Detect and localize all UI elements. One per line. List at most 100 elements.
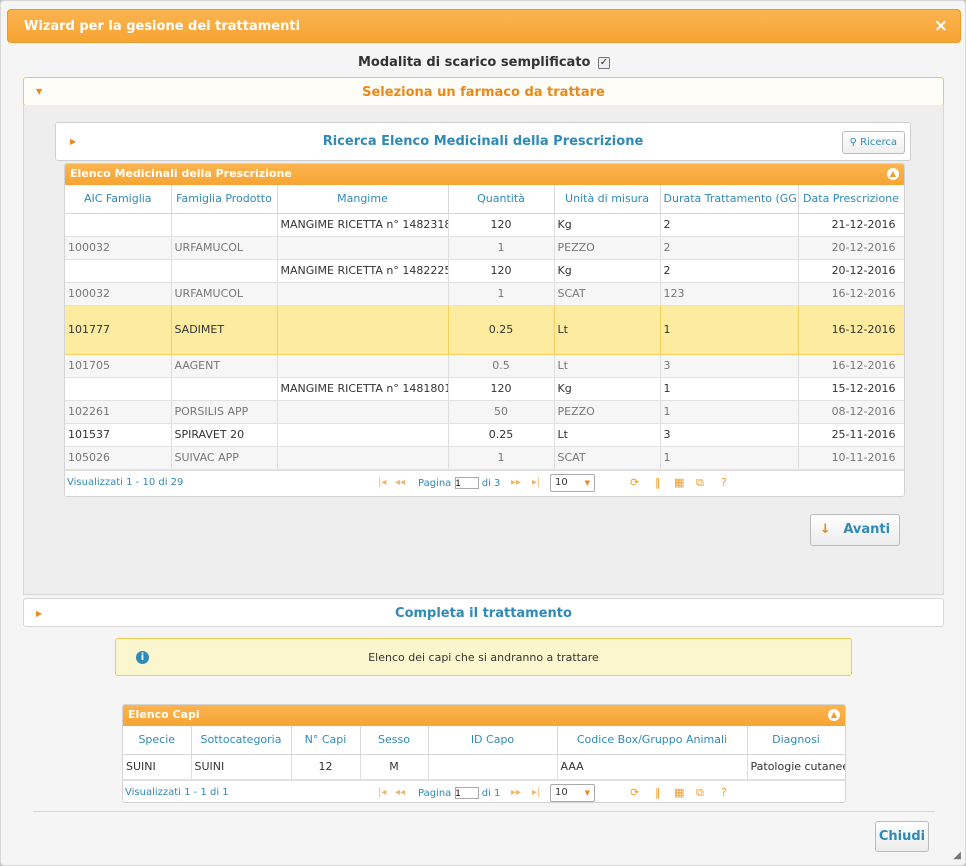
table-row[interactable]: 100032 URFAMUCOL 1 PEZZO 2 20-12-2016 <box>65 236 904 260</box>
col-sesso[interactable]: Sesso <box>360 726 429 755</box>
pager-of-label: di 1 <box>481 787 501 799</box>
col-mangime[interactable]: Mangime <box>277 185 449 214</box>
cell: 16-12-2016 <box>798 305 904 355</box>
table-row[interactable]: MANGIME RICETTA n° 14822251027 120 Kg 2 … <box>65 259 904 283</box>
cell: 10-11-2016 <box>798 446 904 470</box>
pager-of-label: di 3 <box>481 477 501 489</box>
table-row[interactable]: MANGIME RICETTA n° 14818014322 120 Kg 1 … <box>65 377 904 401</box>
dialog-titlebar[interactable]: Wizard per la gesione dei trattamenti × <box>7 9 961 43</box>
cell: 102261 <box>65 400 172 424</box>
col-data-prescrizione[interactable]: Data Prescrizione <box>798 185 904 214</box>
mode-checkbox[interactable]: ✓ <box>598 56 610 69</box>
col-diagnosi[interactable]: Diagnosi <box>747 726 845 755</box>
window-icon[interactable]: ⧉ <box>696 786 704 800</box>
col-codice-box[interactable]: Codice Box/Gruppo Animali <box>557 726 748 755</box>
medicinali-grid: Elenco Medicinali della Prescrizione ▲ A… <box>64 163 905 497</box>
prev-page-icon[interactable]: ◂◂ <box>395 787 405 798</box>
col-unita-misura[interactable]: Unità di misura <box>554 185 661 214</box>
pager-page-label: Pagina <box>418 477 452 489</box>
cell: MANGIME RICETTA n° 14822251027 <box>277 259 449 283</box>
cell <box>277 423 449 447</box>
page-number-input[interactable] <box>454 476 479 489</box>
refresh-icon[interactable]: ⟳ <box>630 786 639 799</box>
avanti-button[interactable]: ↓ Avanti <box>810 514 900 546</box>
table-row[interactable]: SUINI SUINI 12 M AAA Patologie cutanee <box>123 754 845 780</box>
col-quantita[interactable]: Quantità <box>448 185 555 214</box>
columns-icon[interactable]: ‖ <box>655 476 661 489</box>
cell: 1 <box>448 446 555 470</box>
prev-page-icon[interactable]: ◂◂ <box>395 477 405 488</box>
accordion-step-complete[interactable]: ▶ Completa il trattamento <box>23 598 944 627</box>
col-sottocategoria[interactable]: Sottocategoria <box>191 726 292 755</box>
cell: URFAMUCOL <box>171 236 278 260</box>
footer-divider <box>33 811 935 812</box>
table-row[interactable]: MANGIME RICETTA n° 14823189587 120 Kg 2 … <box>65 213 904 237</box>
refresh-icon[interactable]: ⟳ <box>630 476 639 489</box>
cell <box>171 259 278 283</box>
cell: SPIRAVET 20 <box>171 423 278 447</box>
next-page-icon[interactable]: ▸▸ <box>511 787 521 798</box>
page-number-input[interactable] <box>454 786 479 799</box>
cell: 101705 <box>65 354 172 378</box>
cell <box>277 282 449 306</box>
col-specie[interactable]: Specie <box>123 726 192 755</box>
search-button[interactable]: ⚲ Ricerca <box>841 131 905 154</box>
close-icon[interactable]: × <box>934 16 948 36</box>
search-panel[interactable]: ▶ Ricerca Elenco Medicinali della Prescr… <box>55 122 911 161</box>
resize-handle-icon[interactable]: ◢ <box>953 850 961 861</box>
first-page-icon[interactable]: |◂ <box>378 477 386 488</box>
table-row[interactable]: 105026 SUIVAC APP 1 SCAT 1 10-11-2016 <box>65 446 904 470</box>
chevron-down-icon: ▼ <box>584 788 590 797</box>
last-page-icon[interactable]: ▸| <box>532 477 540 488</box>
accordion-step-select-drug[interactable]: ▼ Seleziona un farmaco da trattare <box>23 77 944 106</box>
page-size-select[interactable]: 10 ▼ <box>550 783 595 802</box>
cell: 0.25 <box>448 305 555 355</box>
col-aic-famiglia[interactable]: AIC Famiglia <box>65 185 172 214</box>
cell: 3 <box>660 354 799 378</box>
cell: 3 <box>660 423 799 447</box>
cell: PEZZO <box>554 236 661 260</box>
col-durata-trattamento[interactable]: Durata Trattamento (GG) <box>660 185 799 214</box>
col-id-capo[interactable]: ID Capo <box>428 726 558 755</box>
arrow-down-icon: ↓ <box>819 522 831 537</box>
table-row[interactable]: 101705 AAGENT 0.5 Lt 3 16-12-2016 <box>65 354 904 378</box>
collapse-icon[interactable]: ▲ <box>828 709 840 721</box>
cell: PORSILIS APP <box>171 400 278 424</box>
chiudi-button[interactable]: Chiudi <box>875 821 929 852</box>
cell: 1 <box>660 400 799 424</box>
cell: 0.25 <box>448 423 555 447</box>
cell: 101777 <box>65 305 172 355</box>
cell: 120 <box>448 259 555 283</box>
table-row[interactable]: 101537 SPIRAVET 20 0.25 Lt 3 25-11-2016 <box>65 423 904 447</box>
capi-table: Specie Sottocategoria N° Capi Sesso ID C… <box>123 726 845 780</box>
col-famiglia-prodotto[interactable]: Famiglia Prodotto <box>171 185 278 214</box>
help-icon[interactable]: ? <box>721 476 727 489</box>
first-page-icon[interactable]: |◂ <box>378 787 386 798</box>
columns-icon[interactable]: ‖ <box>655 786 661 799</box>
col-n-capi[interactable]: N° Capi <box>291 726 361 755</box>
capi-caption-text: Elenco Capi <box>128 708 200 721</box>
cell <box>277 446 449 470</box>
page-size-select[interactable]: 10 ▼ <box>550 473 595 492</box>
collapse-icon[interactable]: ▲ <box>887 168 899 180</box>
cell <box>428 754 558 780</box>
pager-page-label: Pagina <box>418 787 452 799</box>
pager-info: Visualizzati 1 - 1 di 1 <box>125 786 229 798</box>
next-page-icon[interactable]: ▸▸ <box>511 477 521 488</box>
cell <box>171 377 278 401</box>
table-icon[interactable]: ▦ <box>674 786 684 799</box>
help-icon[interactable]: ? <box>721 786 727 799</box>
cell: 120 <box>448 213 555 237</box>
cell <box>65 377 172 401</box>
info-message: i Elenco dei capi che si andranno a trat… <box>115 638 852 676</box>
table-row[interactable]: 102261 PORSILIS APP 50 PEZZO 1 08-12-201… <box>65 400 904 424</box>
cell: PEZZO <box>554 400 661 424</box>
cell: Kg <box>554 259 661 283</box>
table-row[interactable]: 100032 URFAMUCOL 1 SCAT 123 16-12-2016 <box>65 282 904 306</box>
last-page-icon[interactable]: ▸| <box>532 787 540 798</box>
cell: 2 <box>660 236 799 260</box>
table-row-selected[interactable]: 101777 SADIMET 0.25 Lt 1 16-12-2016 <box>65 305 904 355</box>
table-icon[interactable]: ▦ <box>674 476 684 489</box>
capi-caption: Elenco Capi ▲ <box>123 705 845 726</box>
window-icon[interactable]: ⧉ <box>696 476 704 490</box>
